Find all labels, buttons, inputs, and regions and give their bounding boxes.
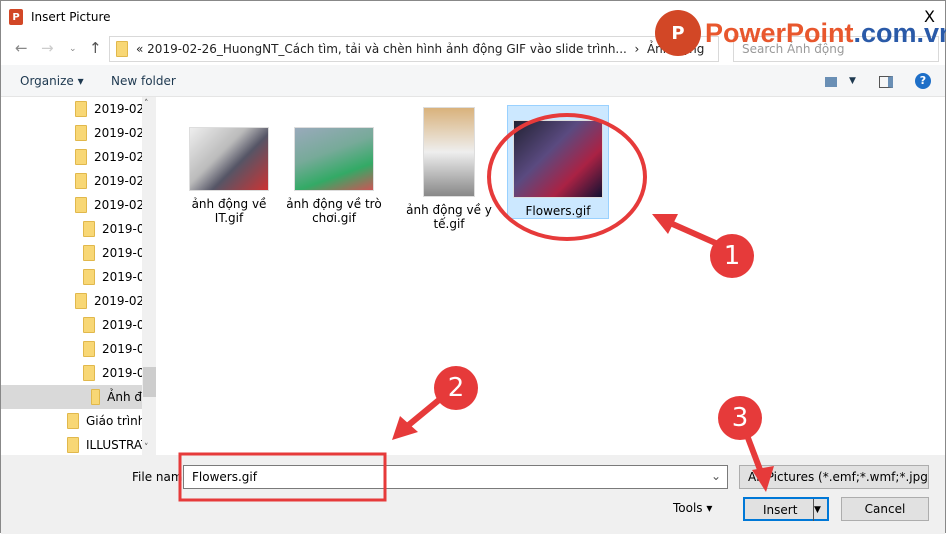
insert-button[interactable]: Insert ▼: [743, 497, 829, 521]
sidebar-folder-item[interactable]: 2019-02-: [75, 289, 148, 313]
address-bar[interactable]: « 2019-02-26_HuongNT_Cách tìm, tải và ch…: [109, 36, 719, 62]
sidebar-folder-item[interactable]: 2019-02-: [75, 169, 148, 193]
insert-label: Insert: [763, 503, 798, 517]
navigation-pane: 2019-02- 2019-02- 2019-02- 2019-02- 2019-02-…: [1, 97, 156, 455]
file-item-selected[interactable]: Flowers.gif: [507, 105, 609, 219]
sidebar-folder-item[interactable]: ILLUSTRAT: [67, 433, 149, 455]
logo-text: PowerPoint: [705, 17, 854, 48]
sidebar-item-label: ILLUSTRAT: [86, 438, 149, 452]
insert-picture-dialog: P Insert Picture X ← → ⌄ ↑ « 2019-02-26_…: [0, 0, 946, 534]
file-name: ảnh động về IT.gif: [191, 197, 267, 225]
file-name-input[interactable]: Flowers.gif ⌄: [183, 465, 728, 489]
sidebar-item-label: 2019-02-: [94, 198, 149, 212]
sidebar-item-label: 2019-02-: [94, 126, 149, 140]
folder-icon: [75, 125, 87, 141]
sidebar-item-label: 2019-02-: [94, 294, 149, 308]
help-icon[interactable]: ?: [915, 73, 931, 89]
folder-icon: [75, 293, 87, 309]
recent-dropdown-icon[interactable]: ⌄: [69, 44, 77, 54]
sidebar-folder-item[interactable]: 2019-02-: [75, 145, 148, 169]
file-thumbnail: [423, 107, 475, 197]
folder-icon: [75, 173, 87, 189]
folder-icon: [91, 389, 101, 405]
folder-icon: [75, 149, 87, 165]
folder-icon: [83, 317, 95, 333]
sidebar-item-label: 2019-02-: [94, 102, 149, 116]
path-overflow[interactable]: «: [136, 42, 143, 56]
sidebar-folder-item[interactable]: 2019-02-: [75, 97, 148, 121]
file-name: ảnh động về trò chơi.gif: [286, 197, 382, 225]
logo-domain: .com.vn: [853, 17, 946, 48]
file-name: ảnh động về y tế.gif: [406, 203, 492, 231]
folder-icon: [83, 341, 95, 357]
sidebar-folder-item[interactable]: 2019-02-: [75, 121, 148, 145]
insert-dropdown-icon[interactable]: ▼: [813, 499, 827, 521]
file-list: ảnh động về IT.gif ảnh động về trò chơi.…: [159, 97, 946, 455]
file-type-value: All Pictures (*.emf;*.wmf;*.jpg;*: [748, 470, 929, 484]
watermark-logo: P PowerPoint .com.vn: [655, 10, 946, 56]
sidebar-item-label: Giáo trình: [86, 414, 146, 428]
chevron-down-icon[interactable]: ⌄: [711, 469, 721, 483]
scroll-up-icon[interactable]: ˄: [144, 99, 149, 109]
file-item[interactable]: ảnh động về y tế.gif: [399, 107, 499, 231]
folder-icon: [67, 413, 79, 429]
powerpoint-icon: P: [9, 9, 23, 25]
breadcrumb-parent[interactable]: 2019-02-26_HuongNT_Cách tìm, tải và chèn…: [147, 42, 627, 56]
sidebar-folder-item[interactable]: Giáo trình: [67, 409, 145, 433]
file-thumbnail: [189, 127, 269, 191]
cancel-button[interactable]: Cancel: [841, 497, 929, 521]
file-type-select[interactable]: All Pictures (*.emf;*.wmf;*.jpg;*: [739, 465, 929, 489]
scroll-down-icon[interactable]: ˅: [144, 443, 149, 453]
file-thumbnail: [294, 127, 374, 191]
step-badge-1: 1: [710, 234, 754, 278]
new-folder-button[interactable]: New folder: [111, 74, 176, 88]
step-badge-2: 2: [434, 366, 478, 410]
folder-icon: [67, 437, 79, 453]
folder-icon: [75, 101, 87, 117]
view-dropdown-icon[interactable]: ▼: [849, 76, 856, 86]
up-icon[interactable]: ↑: [89, 39, 102, 57]
file-name-value: Flowers.gif: [192, 470, 257, 484]
back-icon[interactable]: ←: [15, 39, 28, 57]
sidebar-folder-item[interactable]: Ảnh đ: [1, 385, 142, 409]
folder-icon: [83, 269, 95, 285]
logo-mark: P: [655, 10, 701, 56]
file-thumbnail: [513, 120, 603, 198]
file-name: Flowers.gif: [525, 204, 591, 218]
window-title: Insert Picture: [31, 10, 111, 24]
bottom-bar: File name: Flowers.gif ⌄ All Pictures (*.…: [1, 455, 945, 534]
folder-icon: [75, 197, 87, 213]
sidebar-item-label: 2019-02-: [94, 150, 149, 164]
view-icon[interactable]: [825, 77, 837, 87]
folder-icon: [116, 41, 128, 57]
file-item[interactable]: ảnh động về IT.gif: [179, 127, 279, 225]
sidebar-folder-item[interactable]: 2019-02-: [75, 193, 148, 217]
breadcrumb-separator[interactable]: ›: [635, 42, 640, 56]
sidebar-scrollbar[interactable]: ˄ ˅: [142, 97, 156, 455]
folder-icon: [83, 245, 95, 261]
folder-icon: [83, 365, 95, 381]
tools-button[interactable]: Tools ▾: [673, 501, 712, 515]
step-badge-3: 3: [718, 396, 762, 440]
sidebar-item-label: Ảnh đ: [107, 390, 142, 404]
sidebar-item-label: 2019-02-: [94, 174, 149, 188]
file-item[interactable]: ảnh động về trò chơi.gif: [284, 127, 384, 225]
scrollbar-thumb[interactable]: [143, 367, 156, 397]
organize-button[interactable]: Organize ▾: [20, 74, 84, 88]
forward-icon[interactable]: →: [41, 39, 54, 57]
toolbar: Organize ▾ New folder ▼ ?: [1, 65, 945, 97]
preview-pane-icon[interactable]: [879, 76, 893, 88]
folder-icon: [83, 221, 95, 237]
